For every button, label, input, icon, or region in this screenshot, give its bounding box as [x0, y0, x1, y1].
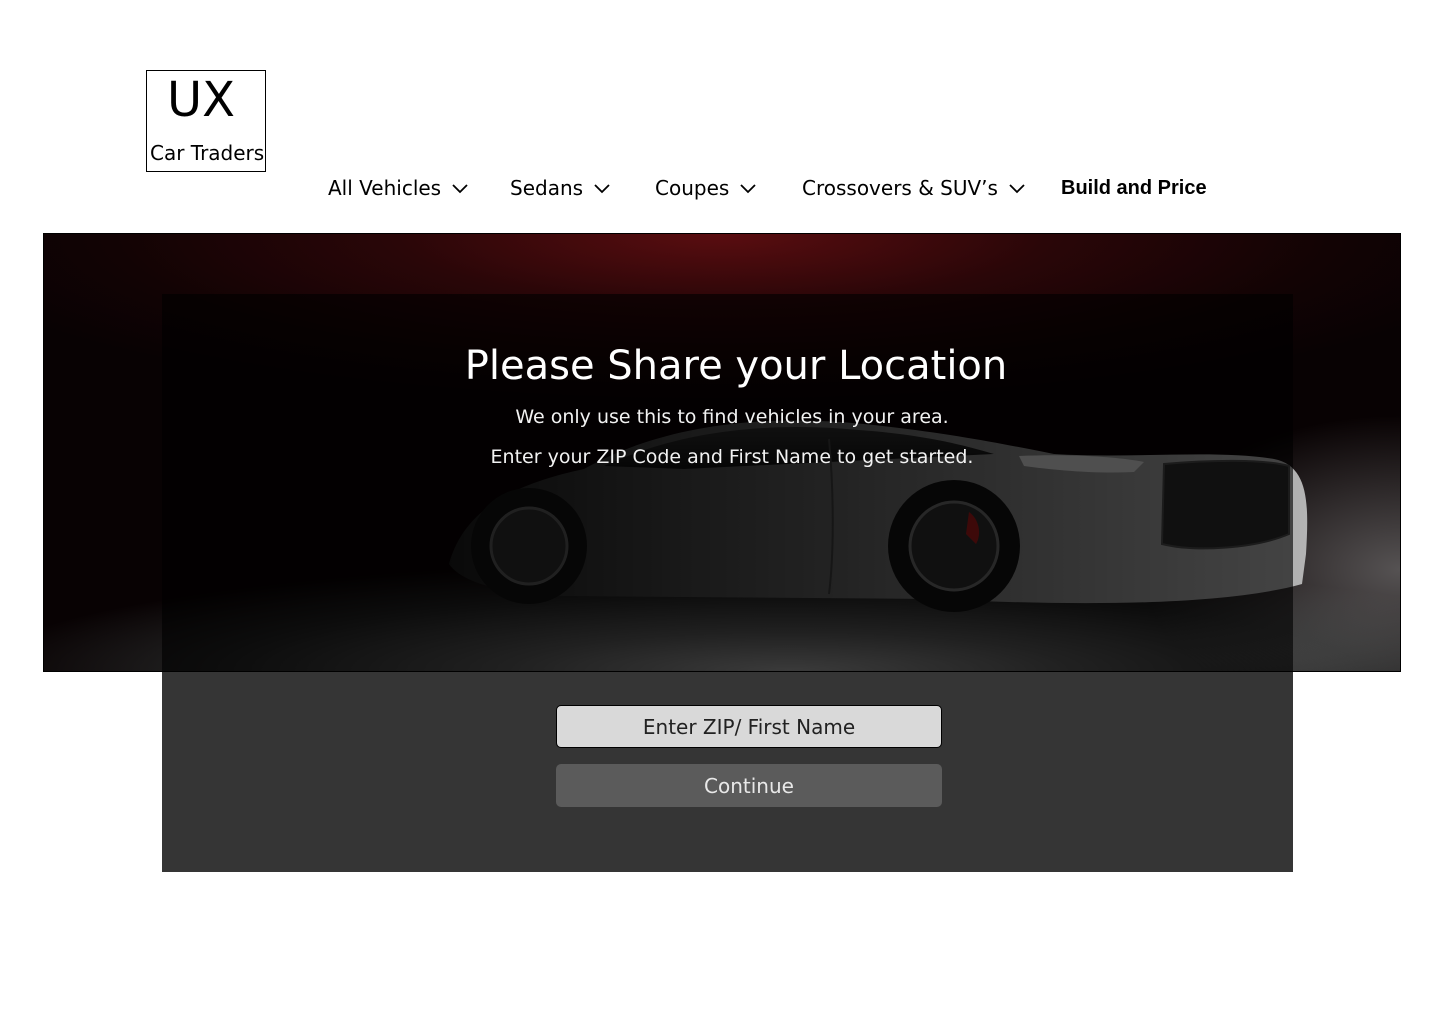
chevron-down-icon: [594, 184, 610, 194]
nav-item-label: Sedans: [510, 176, 584, 200]
continue-button[interactable]: Continue: [556, 764, 942, 807]
chevron-down-icon: [1009, 184, 1025, 194]
logo-name: Car Traders: [150, 141, 265, 165]
nav-item-label: Build and Price: [1061, 176, 1207, 199]
location-title: Please Share your Location: [464, 343, 1008, 389]
main-nav: All Vehicles Sedans Coupes Crossovers & …: [0, 172, 1440, 204]
location-instructions: Enter your ZIP Code and First Name to ge…: [490, 446, 974, 468]
nav-item-sedans[interactable]: Sedans: [510, 172, 611, 204]
nav-item-label: All Vehicles: [328, 176, 442, 200]
logo-mark: UX: [167, 72, 236, 128]
logo[interactable]: UX Car Traders: [146, 70, 266, 172]
nav-item-crossovers-suvs[interactable]: Crossovers & SUV’s: [802, 172, 1026, 204]
nav-item-label: Coupes: [655, 176, 730, 200]
nav-item-coupes[interactable]: Coupes: [655, 172, 757, 204]
zip-name-input[interactable]: [556, 705, 942, 748]
chevron-down-icon: [452, 184, 468, 194]
location-subtitle: We only use this to find vehicles in you…: [515, 406, 949, 428]
chevron-down-icon: [740, 184, 756, 194]
page: UX Car Traders All Vehicles Sedans Coupe…: [0, 0, 1440, 1024]
nav-item-all-vehicles[interactable]: All Vehicles: [328, 172, 469, 204]
nav-item-label: Crossovers & SUV’s: [802, 176, 998, 200]
nav-item-build-and-price[interactable]: Build and Price: [1061, 172, 1207, 204]
